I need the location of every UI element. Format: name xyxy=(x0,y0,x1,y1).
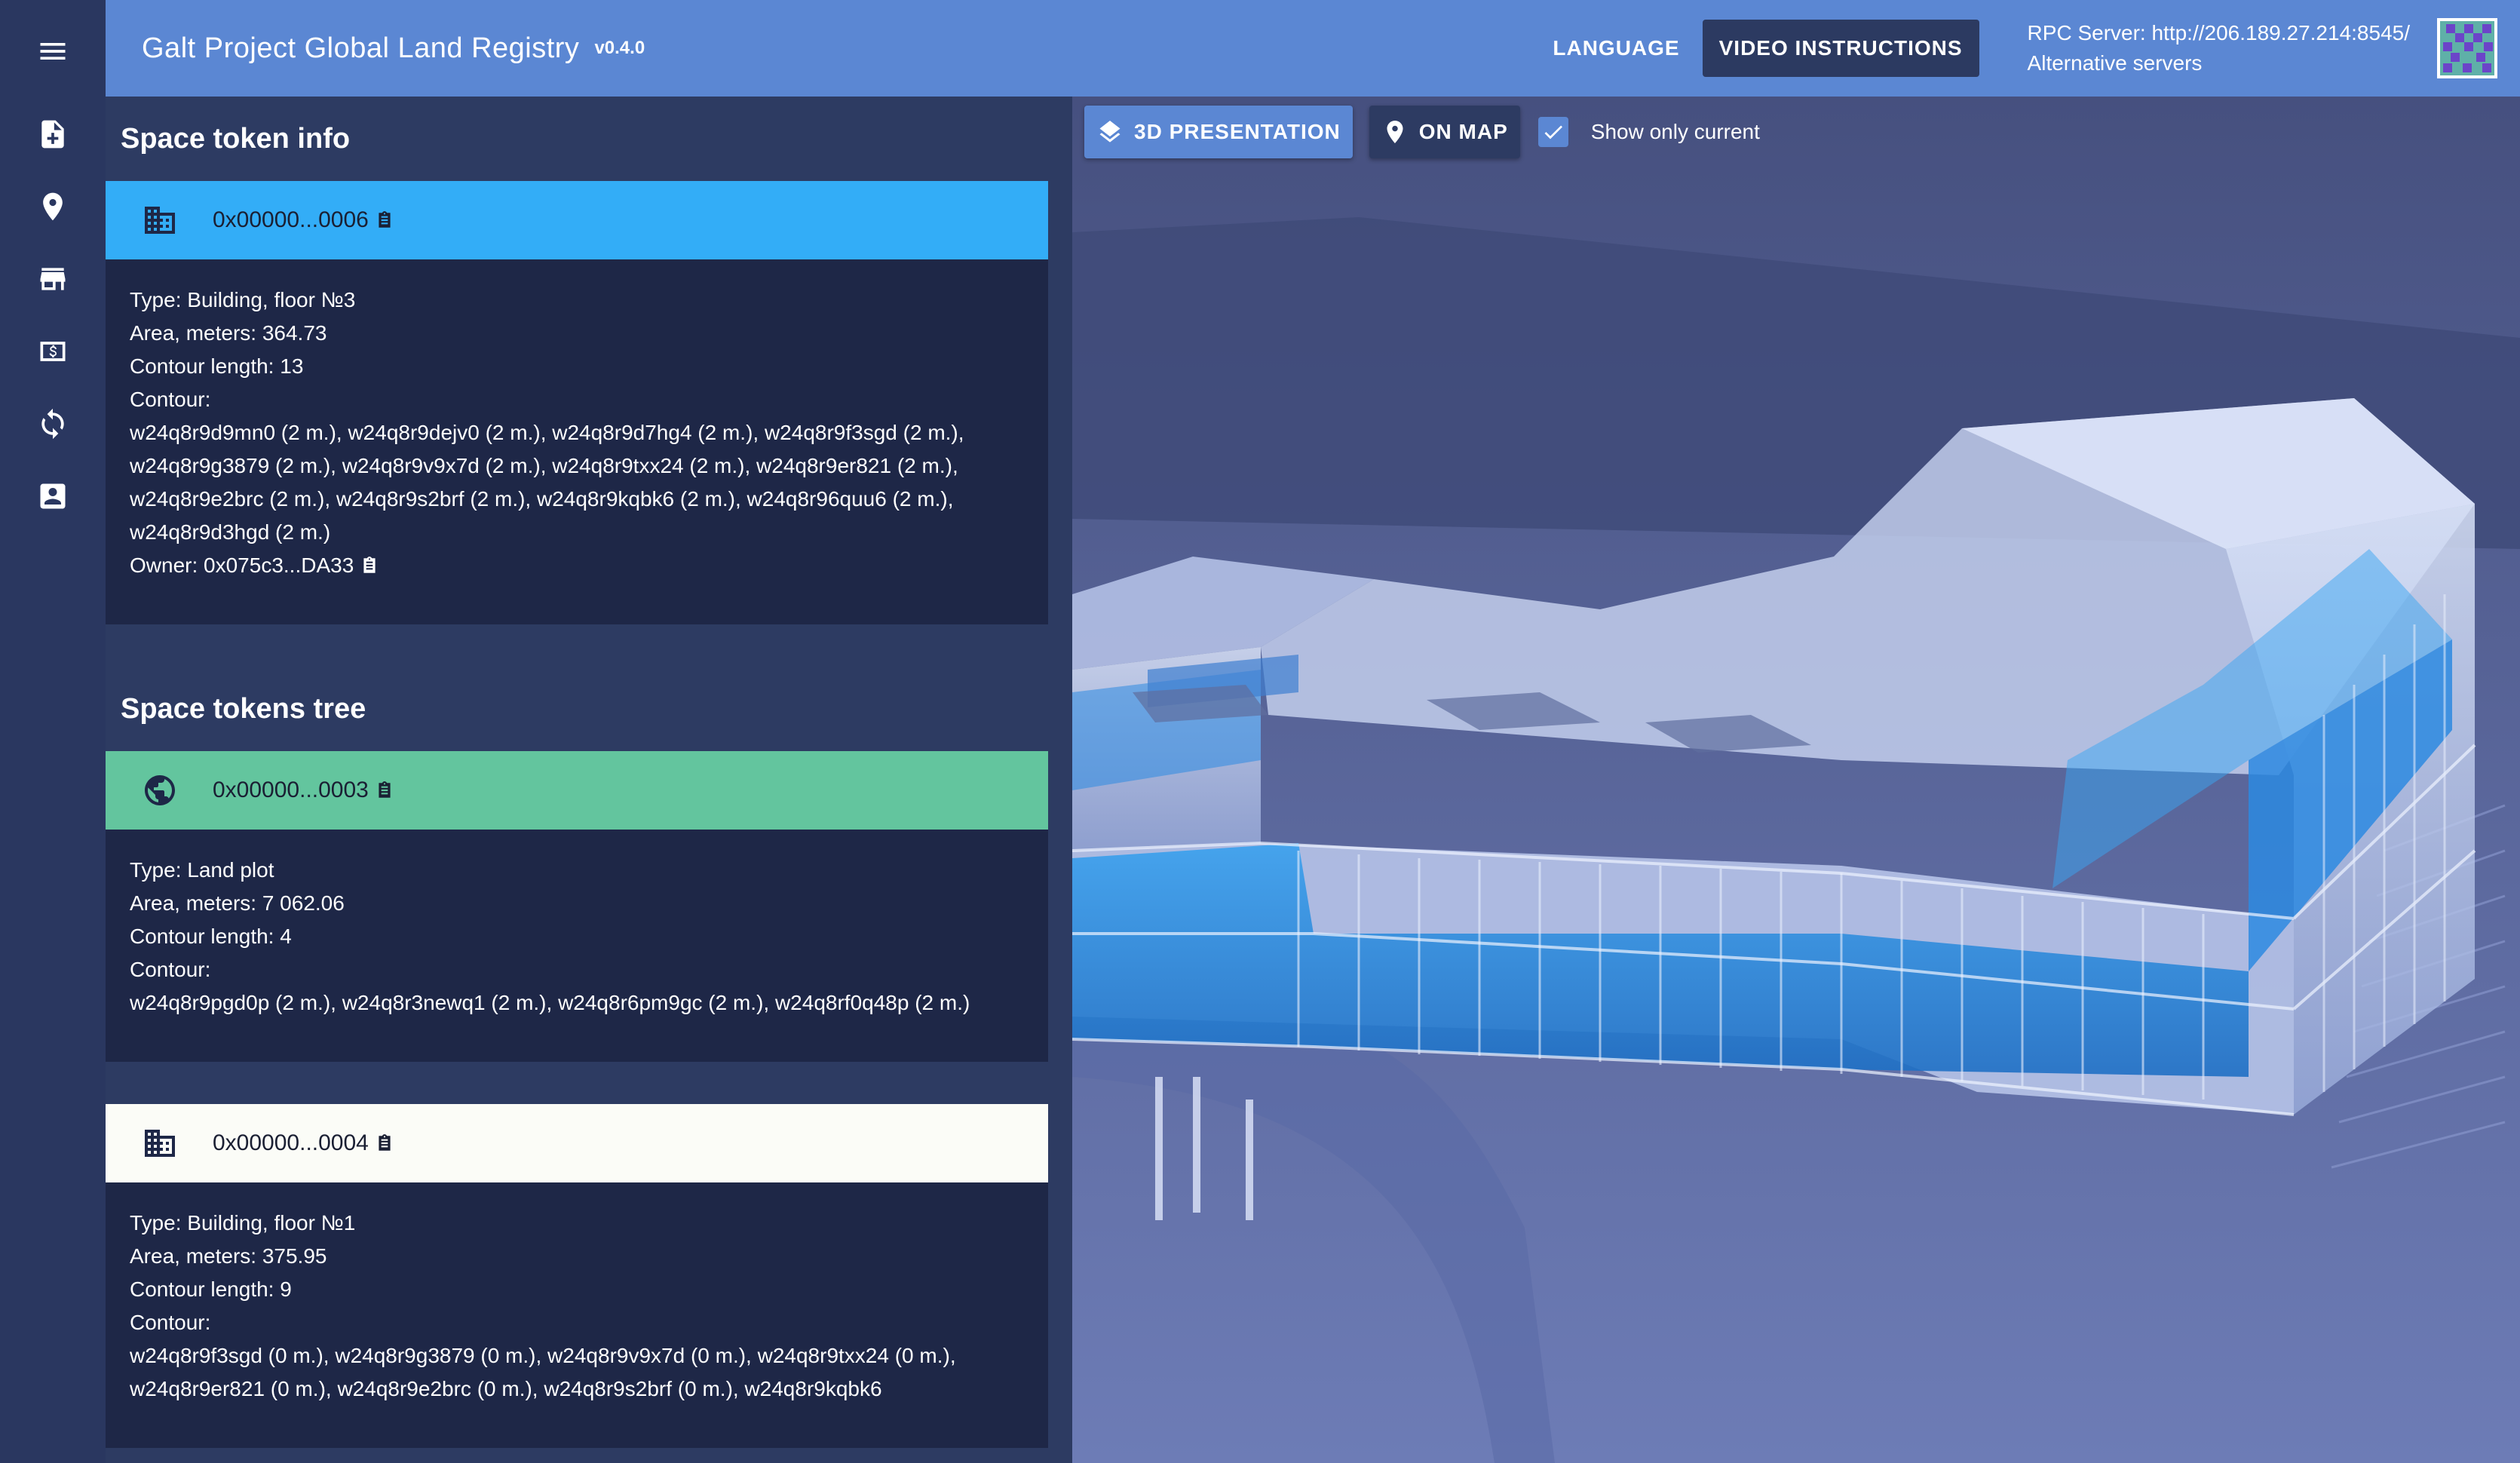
tree-node-id: 0x00000...0004 xyxy=(213,1130,369,1155)
token-id: 0x00000...0006 xyxy=(213,207,369,232)
sidebar-item-profile[interactable] xyxy=(30,477,75,516)
sidebar-item-new-application[interactable] xyxy=(30,115,75,154)
money-icon xyxy=(40,342,66,361)
map-pin-icon xyxy=(1387,121,1403,143)
tree-node-id: 0x00000...0003 xyxy=(213,778,369,802)
on-map-button[interactable]: ON MAP xyxy=(1369,106,1520,158)
clipboard-icon[interactable] xyxy=(360,556,379,575)
tree-node-type: Type: Building, floor №1 xyxy=(130,1211,356,1235)
token-info-header[interactable]: 0x00000...0006 xyxy=(106,181,1048,259)
tree-node-type: Type: Land plot xyxy=(130,858,274,882)
top-app-bar: Galt Project Global Land Registry v0.4.0… xyxy=(106,0,2520,97)
sidebar xyxy=(0,0,106,1463)
token-area: Area, meters: 364.73 xyxy=(130,321,327,345)
token-type: Type: Building, floor №3 xyxy=(130,288,356,311)
3d-presentation-label: 3D PRESENTATION xyxy=(1134,120,1341,143)
tree-node-contour-length: Contour length: 9 xyxy=(130,1277,292,1301)
3d-viewer[interactable]: 3D PRESENTATION ON MAP Show only current xyxy=(1072,97,2520,1463)
tree-node-area: Area, meters: 7 062.06 xyxy=(130,891,345,915)
show-only-current-label: Show only current xyxy=(1590,120,1760,143)
tree-node-contour-length: Contour length: 4 xyxy=(130,925,292,948)
tree-node-contour-label: Contour: xyxy=(130,1311,211,1334)
checkmark-icon xyxy=(1544,125,1562,140)
space-tokens-tree-title: Space tokens tree xyxy=(121,692,366,725)
menu-button[interactable] xyxy=(30,33,75,69)
3d-presentation-button[interactable]: 3D PRESENTATION xyxy=(1084,106,1353,158)
tree-node-body: Type: Land plot Area, meters: 7 062.06 C… xyxy=(106,830,1048,1062)
token-owner-row: Owner: 0x075c3...DA33 xyxy=(130,549,1024,582)
token-contour-length: Contour length: 13 xyxy=(130,354,304,378)
tree-node-body: Type: Building, floor №1 Area, meters: 3… xyxy=(106,1182,1048,1448)
token-panel: Space token info 0x00000...0006 Type: Bu… xyxy=(106,97,1048,1463)
add-document-icon xyxy=(41,120,64,149)
tree-node-card: 0x00000...0003 Type: Land plot Area, met… xyxy=(106,751,1048,1062)
tree-node-header[interactable]: 0x00000...0003 xyxy=(106,751,1048,830)
tree-node-header[interactable]: 0x00000...0004 xyxy=(106,1104,1048,1182)
store-icon xyxy=(40,268,66,290)
token-contour-label: Contour: xyxy=(130,388,211,411)
tree-node-area: Area, meters: 375.95 xyxy=(130,1244,327,1268)
rpc-server-link[interactable]: RPC Server: http://206.189.27.214:8545/ xyxy=(2028,18,2410,48)
sidebar-item-store[interactable] xyxy=(30,259,75,299)
hamburger-menu-icon xyxy=(40,43,66,60)
sidebar-nav xyxy=(30,115,75,516)
user-avatar[interactable] xyxy=(2437,18,2497,78)
app-version: v0.4.0 xyxy=(594,38,645,58)
tree-node-contour: w24q8r9pgd0p (2 m.), w24q8r3newq1 (2 m.)… xyxy=(130,991,970,1014)
clipboard-icon[interactable] xyxy=(375,781,394,800)
sync-icon xyxy=(41,408,64,440)
clipboard-icon[interactable] xyxy=(375,210,394,230)
globe-icon xyxy=(145,775,175,805)
building-3d-scene[interactable] xyxy=(1072,97,2520,1463)
video-instructions-button[interactable]: VIDEO INSTRUCTIONS xyxy=(1702,20,1979,77)
language-button[interactable]: LANGUAGE xyxy=(1536,20,1696,77)
token-contour: w24q8r9d9mn0 (2 m.), w24q8r9dejv0 (2 m.)… xyxy=(130,421,964,544)
tree-node-contour: w24q8r9f3sgd (0 m.), w24q8r9g3879 (0 m.)… xyxy=(130,1344,956,1400)
map-pin-icon xyxy=(43,192,63,221)
token-info-body: Type: Building, floor №3 Area, meters: 3… xyxy=(106,259,1048,624)
show-only-current-checkbox[interactable] xyxy=(1537,117,1568,147)
space-token-info-title: Space token info xyxy=(121,122,351,155)
building-icon xyxy=(145,1130,175,1157)
sidebar-item-finance[interactable] xyxy=(30,332,75,371)
layers-icon xyxy=(1099,121,1121,143)
tree-node-card: 0x00000...0004 Type: Building, floor №1 … xyxy=(106,1104,1048,1448)
rpc-server-info: RPC Server: http://206.189.27.214:8545/ … xyxy=(2028,18,2410,78)
sidebar-item-map[interactable] xyxy=(30,187,75,226)
sidebar-item-exchange[interactable] xyxy=(30,404,75,443)
app-title: Galt Project Global Land Registry xyxy=(142,32,580,64)
token-owner: Owner: 0x075c3...DA33 xyxy=(130,554,354,577)
viewer-toolbar: 3D PRESENTATION ON MAP Show only current xyxy=(1084,106,1760,158)
token-info-card: 0x00000...0006 Type: Building, floor №3 … xyxy=(106,181,1048,624)
on-map-label: ON MAP xyxy=(1418,120,1508,143)
building-icon xyxy=(145,207,175,234)
account-box-icon xyxy=(40,483,66,509)
alternative-servers-link[interactable]: Alternative servers xyxy=(2028,48,2410,78)
clipboard-icon[interactable] xyxy=(375,1133,394,1153)
tree-node-contour-label: Contour: xyxy=(130,958,211,981)
